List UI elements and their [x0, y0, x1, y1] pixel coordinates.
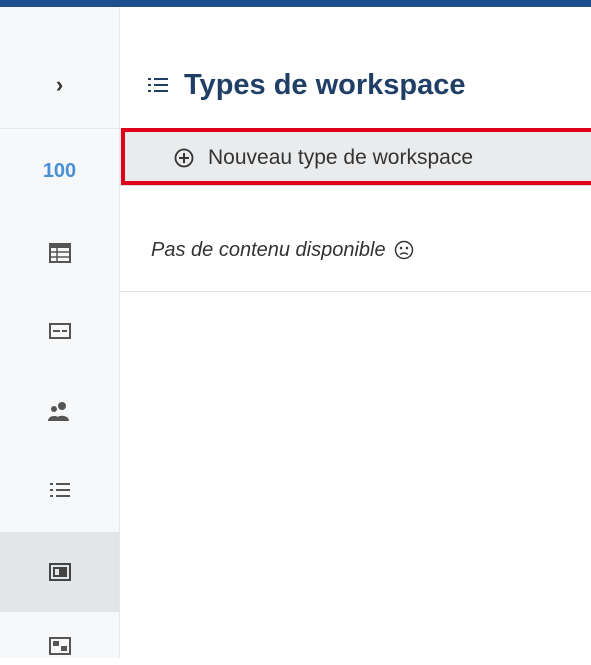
sidebar-toggle-button[interactable]: ›: [0, 65, 119, 105]
sidebar-item-dashboard[interactable]: [0, 627, 119, 665]
card-icon: [48, 323, 71, 339]
sad-face-icon: [394, 240, 414, 260]
main-content: Types de workspace Nouveau type de works…: [120, 7, 591, 658]
table-icon: [48, 243, 71, 263]
list-icon: [148, 77, 168, 93]
sidebar-item-card[interactable]: [0, 310, 119, 352]
page-header: Types de workspace: [148, 63, 466, 107]
sidebar: › 100: [0, 7, 120, 658]
top-accent-bar: [0, 0, 591, 7]
new-workspace-type-label: Nouveau type de workspace: [208, 145, 473, 169]
chevron-right-icon: ›: [55, 72, 64, 97]
content-divider: [120, 291, 591, 292]
sidebar-count-badge[interactable]: 100: [0, 150, 119, 192]
sidebar-item-workspace-types[interactable]: [0, 532, 119, 612]
page-title: Types de workspace: [184, 68, 466, 101]
sidebar-item-users[interactable]: [0, 390, 119, 432]
sidebar-divider: [0, 128, 119, 129]
count-value: 100: [42, 159, 77, 182]
sidebar-item-table[interactable]: [0, 232, 119, 274]
plus-circle-icon: [174, 148, 194, 168]
list-icon: [49, 482, 70, 498]
dashboard-icon: [48, 637, 71, 655]
empty-state-text: Pas de contenu disponible: [151, 238, 386, 261]
users-icon: [47, 401, 72, 421]
new-workspace-type-button[interactable]: Nouveau type de workspace: [120, 129, 591, 186]
empty-state: Pas de contenu disponible: [151, 235, 414, 265]
workspace-type-icon: [48, 563, 71, 581]
sidebar-item-list[interactable]: [0, 469, 119, 511]
